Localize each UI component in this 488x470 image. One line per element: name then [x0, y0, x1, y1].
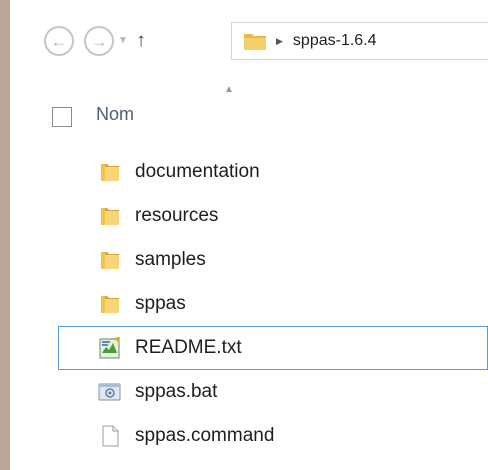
select-all-checkbox[interactable] — [52, 107, 72, 127]
breadcrumb-current-folder[interactable]: sppas-1.6.4 — [293, 32, 377, 50]
list-item-selected[interactable]: README.txt — [58, 326, 488, 370]
file-list: documentation resources samples sppas RE… — [10, 150, 488, 458]
arrow-right-icon: → — [90, 31, 108, 51]
file-name: sppas.command — [135, 425, 275, 446]
file-name: samples — [135, 249, 206, 270]
back-button[interactable]: ← — [44, 26, 74, 56]
window-left-border — [0, 0, 10, 470]
address-bar[interactable]: ▶ sppas-1.6.4 — [231, 22, 488, 60]
file-name: resources — [135, 205, 219, 226]
arrow-left-icon: ← — [50, 31, 68, 51]
file-name: documentation — [135, 161, 260, 182]
list-item[interactable]: sppas.command — [10, 414, 488, 458]
folder-icon — [244, 34, 266, 50]
list-item[interactable]: samples — [10, 238, 488, 282]
text-file-icon — [99, 337, 120, 359]
column-header: ▲ Nom — [10, 84, 488, 146]
folder-icon — [101, 296, 119, 313]
list-item[interactable]: resources — [10, 194, 488, 238]
list-item[interactable]: sppas.bat — [10, 370, 488, 414]
generic-file-icon — [102, 425, 119, 447]
sort-ascending-icon: ▲ — [224, 84, 234, 95]
file-name: sppas.bat — [135, 381, 218, 402]
folder-icon — [101, 164, 119, 181]
folder-icon — [101, 208, 119, 225]
forward-button[interactable]: → — [84, 26, 114, 56]
list-item[interactable]: sppas — [10, 282, 488, 326]
chevron-right-icon[interactable]: ▶ — [276, 36, 283, 47]
recent-locations-dropdown[interactable]: ▼ — [118, 35, 128, 46]
arrow-up-icon: ↑ — [136, 30, 146, 51]
up-button[interactable]: ↑ — [128, 26, 154, 56]
folder-icon — [101, 252, 119, 269]
file-name: sppas — [135, 293, 186, 314]
file-name: README.txt — [135, 337, 242, 358]
batch-file-icon — [98, 383, 121, 401]
list-item[interactable]: documentation — [10, 150, 488, 194]
chevron-down-icon: ▼ — [118, 35, 128, 46]
column-header-name[interactable]: Nom — [96, 104, 134, 125]
